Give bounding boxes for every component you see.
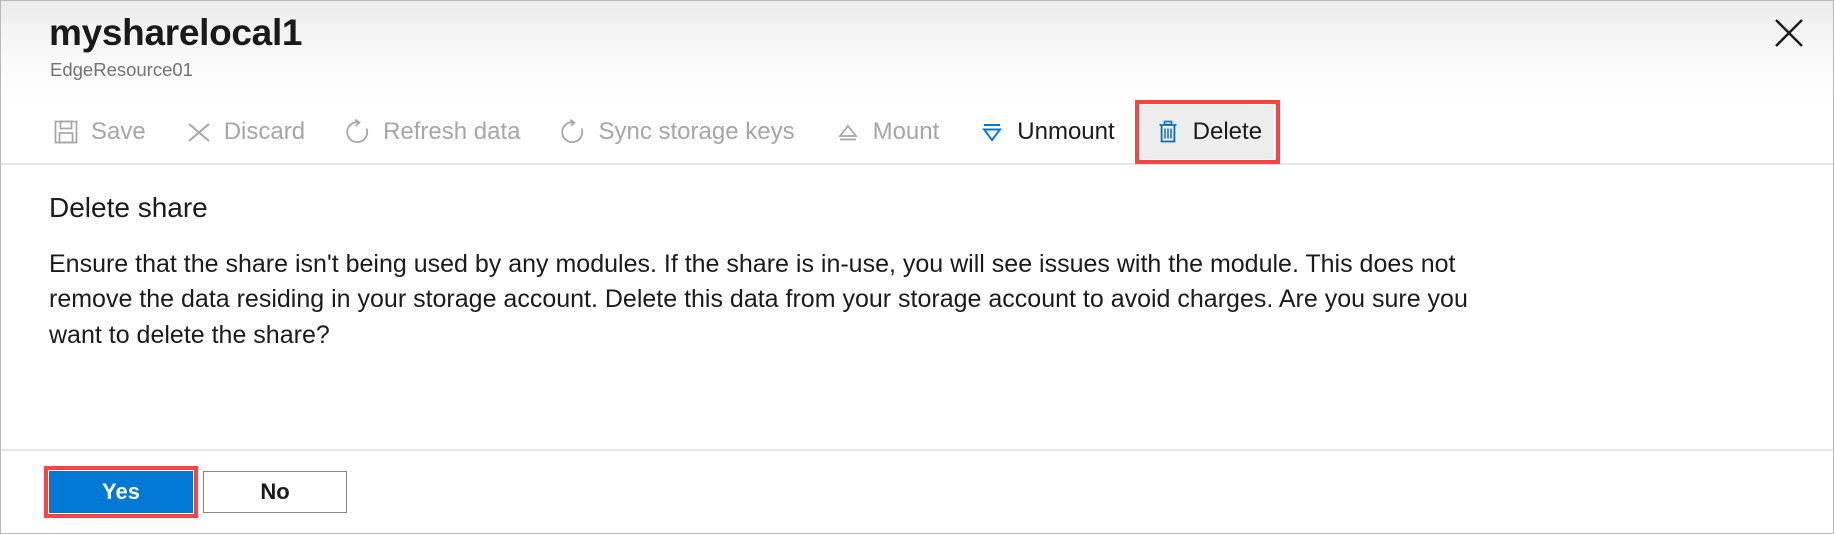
blade-header: mysharelocal1 EdgeResource01 — [1, 1, 1833, 101]
sync-icon — [558, 117, 588, 147]
toolbar-label-sync-storage-keys: Sync storage keys — [598, 118, 795, 145]
command-bar: Save Discard Refresh data Sync storage k… — [1, 100, 1833, 165]
section-heading: Delete share — [49, 192, 208, 223]
toolbar-label-mount: Mount — [872, 118, 940, 145]
close-button[interactable] — [1765, 9, 1813, 57]
mount-eject-icon — [833, 117, 863, 147]
toolbar-button-mount[interactable]: Mount — [821, 105, 952, 159]
toolbar-button-refresh-data[interactable]: Refresh data — [331, 105, 532, 159]
cancel-x-icon — [184, 117, 214, 147]
toolbar-button-sync-storage-keys[interactable]: Sync storage keys — [546, 105, 806, 159]
dialog-footer: Yes No — [1, 449, 1833, 533]
save-icon — [51, 117, 81, 147]
toolbar-label-discard: Discard — [223, 118, 306, 145]
toolbar-button-save[interactable]: Save — [39, 105, 158, 159]
toolbar-label-save: Save — [91, 118, 146, 145]
section-description: Ensure that the share isn't being used b… — [49, 249, 1468, 349]
yes-button[interactable]: Yes — [44, 466, 198, 518]
page-subtitle: EdgeResource01 — [50, 59, 193, 80]
toolbar-button-delete[interactable]: Delete — [1134, 100, 1281, 164]
page-title: mysharelocal1 — [49, 12, 303, 53]
trash-icon — [1153, 117, 1183, 147]
toolbar-button-discard[interactable]: Discard — [172, 105, 317, 159]
toolbar-button-unmount[interactable]: Unmount — [965, 105, 1126, 159]
unmount-icon — [977, 117, 1007, 147]
refresh-icon — [343, 117, 373, 147]
blade-panel: mysharelocal1 EdgeResource01 Save Discar… — [0, 0, 1834, 534]
toolbar-label-unmount: Unmount — [1017, 118, 1115, 145]
delete-share-section: Delete share Ensure that the share isn't… — [1, 165, 1833, 353]
toolbar-label-refresh-data: Refresh data — [383, 118, 521, 145]
close-icon — [1772, 16, 1806, 50]
no-button[interactable]: No — [203, 471, 347, 513]
toolbar-label-delete: Delete — [1192, 118, 1263, 145]
